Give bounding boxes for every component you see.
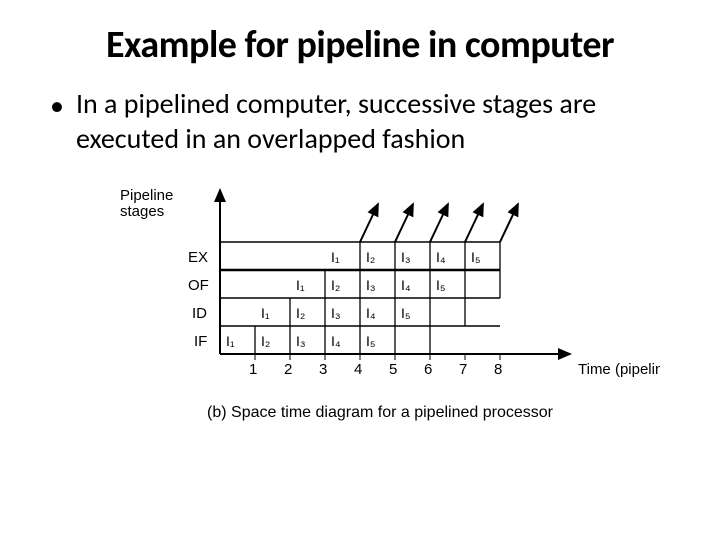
stage-label: EX: [188, 249, 208, 266]
cell: I₃: [401, 249, 411, 265]
bullet-dot: •: [50, 88, 64, 123]
diagram-svg: Pipeline stages Time (pipeline cycle): [100, 182, 660, 442]
cycle-label: 1: [249, 361, 257, 378]
cell: I₁: [261, 305, 270, 321]
y-axis-label: Pipeline stages: [120, 187, 178, 220]
cell: I₅: [401, 305, 411, 321]
diagram-caption: (b) Space time diagram for a pipelined p…: [100, 404, 660, 422]
cell: I₃: [331, 305, 341, 321]
cell: I₁: [296, 277, 305, 293]
cycle-label: 2: [284, 361, 292, 378]
stage-label: ID: [192, 305, 207, 322]
bullet-text: In a pipelined computer, successive stag…: [76, 86, 680, 156]
cell: I₄: [366, 305, 376, 321]
cycle-label: 4: [354, 361, 362, 378]
cell: I₂: [261, 333, 270, 349]
cycle-label: 8: [494, 361, 502, 378]
cell: I₂: [366, 249, 375, 265]
stage-label: OF: [188, 277, 209, 294]
completion-arrows: [360, 204, 518, 242]
slide-title: Example for pipeline in computer: [40, 22, 680, 68]
cell: I₃: [366, 277, 376, 293]
x-axis-label: Time (pipeline cycle): [578, 361, 660, 378]
cell: I₁: [331, 249, 340, 265]
cell: I₅: [366, 333, 376, 349]
bullet-item: • In a pipelined computer, successive st…: [50, 86, 680, 156]
cell: I₅: [436, 277, 446, 293]
cycle-label: 7: [459, 361, 467, 378]
cell: I₂: [296, 305, 305, 321]
slide: Example for pipeline in computer • In a …: [0, 0, 720, 540]
cell: I₄: [436, 249, 446, 265]
cycle-label: 5: [389, 361, 397, 378]
pipeline-diagram: Pipeline stages Time (pipeline cycle): [100, 182, 660, 472]
cycle-label: 6: [424, 361, 432, 378]
cell: I₁: [226, 333, 235, 349]
cell: I₂: [331, 277, 340, 293]
cell: I₃: [296, 333, 306, 349]
cell: I₄: [331, 333, 341, 349]
cell: I₄: [401, 277, 411, 293]
cycle-label: 3: [319, 361, 327, 378]
stage-label: IF: [194, 333, 207, 350]
cell: I₅: [471, 249, 481, 265]
